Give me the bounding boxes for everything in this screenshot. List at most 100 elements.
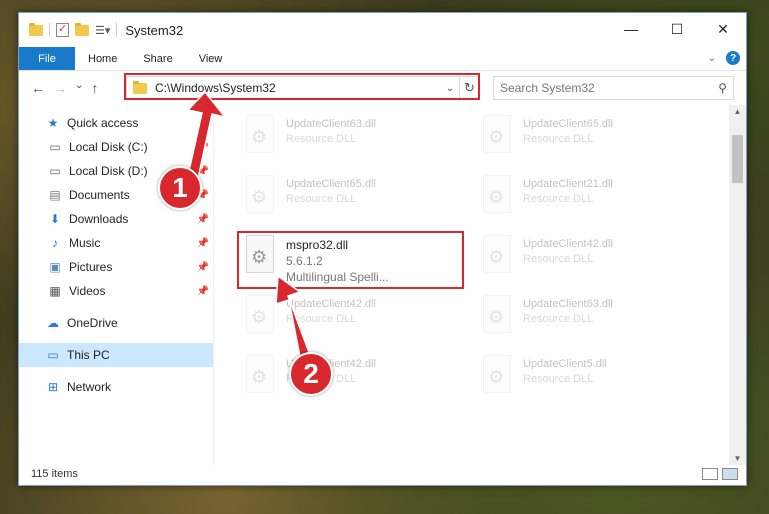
pin-icon[interactable]: 📌 bbox=[197, 262, 209, 273]
minimize-button[interactable]: — bbox=[608, 13, 654, 45]
new-folder-icon[interactable] bbox=[75, 22, 89, 36]
file-item[interactable]: ⚙ UpdateClient63.dll Resource DLL bbox=[479, 293, 703, 345]
scroll-up-icon[interactable]: ▲ bbox=[729, 107, 746, 116]
up-arrow-icon[interactable]: ↑ bbox=[91, 80, 98, 96]
file-type: Resource DLL bbox=[523, 133, 594, 145]
dll-file-icon: ⚙ bbox=[479, 173, 515, 217]
pin-icon[interactable]: 📌 bbox=[197, 286, 209, 297]
folder-icon bbox=[29, 22, 43, 36]
sidebar-item-label: Videos bbox=[69, 284, 106, 298]
sidebar-item-label: Downloads bbox=[69, 212, 129, 226]
sidebar-item-label: Local Disk (D:) bbox=[69, 164, 148, 178]
dll-file-icon: ⚙ bbox=[242, 173, 278, 217]
divider bbox=[116, 23, 118, 37]
window-controls: — ☐ ✕ bbox=[608, 13, 746, 45]
star-icon: ★ bbox=[47, 116, 59, 130]
sidebar-item-label: Music bbox=[69, 236, 101, 250]
status-bar: 115 items bbox=[19, 463, 746, 485]
expand-ribbon-icon[interactable]: ⌄ bbox=[708, 53, 716, 64]
file-name: UpdateClient65.dll bbox=[523, 118, 613, 130]
file-type: Resource DLL bbox=[286, 193, 357, 205]
file-type: Resource DLL bbox=[286, 133, 357, 145]
network-icon: ⊞ bbox=[47, 380, 59, 394]
scroll-down-icon[interactable]: ▼ bbox=[729, 454, 746, 463]
sidebar-item-onedrive[interactable]: ☁ OneDrive bbox=[19, 311, 213, 335]
file-item[interactable]: ⚙ UpdateClient65.dll Resource DLL bbox=[242, 173, 466, 225]
computer-icon: ▭ bbox=[47, 348, 59, 362]
file-item[interactable]: ⚙ UpdateClient42.dllResource DLL bbox=[479, 233, 703, 285]
forward-arrow-icon[interactable]: → bbox=[53, 80, 67, 96]
ribbon-tabs: File Home Share View ⌄ ? bbox=[19, 47, 746, 71]
drive-icon: ▭ bbox=[49, 140, 61, 154]
file-name: UpdateClient65.dll bbox=[286, 178, 376, 190]
tab-file[interactable]: File bbox=[19, 47, 75, 70]
file-item[interactable]: ⚙ UpdateClient42.dllResource DLL bbox=[242, 293, 466, 345]
sidebar-item-local-disk-c[interactable]: ▭ Local Disk (C:) 📌 bbox=[19, 135, 213, 159]
back-arrow-icon[interactable]: ← bbox=[31, 80, 45, 96]
ribbon-right: ⌄ ? bbox=[708, 51, 740, 65]
step-1-badge: 1 bbox=[158, 166, 202, 210]
dll-file-icon: ⚙ bbox=[479, 353, 515, 397]
sidebar-item-label: Local Disk (C:) bbox=[69, 140, 148, 154]
sidebar-item-label: Documents bbox=[69, 188, 130, 202]
search-input[interactable] bbox=[500, 81, 700, 95]
sidebar-item-network[interactable]: ⊞ Network bbox=[19, 375, 213, 399]
file-item[interactable]: ⚙ UpdateClient21.dll Resource DLL bbox=[479, 173, 703, 225]
maximize-button[interactable]: ☐ bbox=[654, 13, 700, 45]
view-toggle bbox=[702, 468, 738, 480]
dll-file-icon: ⚙ bbox=[479, 113, 515, 157]
sidebar-item-videos[interactable]: ▦ Videos 📌 bbox=[19, 279, 213, 303]
close-button[interactable]: ✕ bbox=[700, 13, 746, 45]
file-type: Resource DLL bbox=[523, 193, 594, 205]
pin-icon[interactable]: 📌 bbox=[197, 238, 209, 249]
sidebar-item-downloads[interactable]: ⬇ Downloads 📌 bbox=[19, 207, 213, 231]
file-item[interactable]: ⚙ UpdateClient42.dllResource DLL bbox=[242, 353, 466, 405]
pin-icon[interactable]: 📌 bbox=[197, 166, 209, 177]
properties-icon[interactable] bbox=[56, 22, 69, 37]
sidebar-item-pictures[interactable]: ▣ Pictures 📌 bbox=[19, 255, 213, 279]
file-item[interactable]: ⚙ UpdateClient65.dll Resource DLL bbox=[479, 113, 703, 165]
search-icon[interactable]: ⚲ bbox=[718, 81, 727, 95]
quick-access-toolbar: ☰▾ bbox=[19, 22, 118, 37]
download-icon: ⬇ bbox=[49, 212, 61, 226]
music-icon: ♪ bbox=[52, 236, 58, 250]
customize-toolbar-icon[interactable]: ☰▾ bbox=[95, 24, 110, 37]
file-type: Resource DLL bbox=[523, 253, 594, 265]
sidebar-item-label: Pictures bbox=[69, 260, 113, 274]
videos-icon: ▦ bbox=[49, 284, 61, 298]
file-name: UpdateClient5.dll bbox=[523, 358, 607, 370]
scroll-thumb[interactable] bbox=[732, 135, 743, 183]
help-icon[interactable]: ? bbox=[726, 51, 740, 65]
file-type: Resource DLL bbox=[523, 313, 594, 325]
window-title: System32 bbox=[125, 22, 184, 38]
file-name: UpdateClient21.dll bbox=[523, 178, 613, 190]
tab-view[interactable]: View bbox=[186, 47, 236, 70]
file-name: UpdateClient42.dll bbox=[286, 298, 376, 310]
pictures-icon: ▣ bbox=[49, 260, 61, 274]
pin-icon[interactable]: 📌 bbox=[197, 214, 209, 225]
sidebar-item-quick-access[interactable]: ★ Quick access bbox=[19, 111, 213, 135]
dll-file-icon: ⚙ bbox=[242, 353, 278, 397]
recent-locations-icon[interactable]: ⌄ bbox=[75, 80, 83, 96]
tab-share[interactable]: Share bbox=[130, 47, 185, 70]
title-bar: ☰▾ System32 — ☐ ✕ bbox=[19, 13, 746, 47]
sidebar-item-label: Quick access bbox=[67, 116, 139, 130]
large-icons-view-icon[interactable] bbox=[722, 468, 738, 480]
sidebar-item-this-pc[interactable]: ▭ This PC bbox=[19, 343, 213, 367]
pin-icon[interactable]: 📌 bbox=[197, 142, 209, 153]
item-count: 115 items bbox=[31, 468, 78, 480]
navigation-pane: ★ Quick access ▭ Local Disk (C:) 📌 ▭ Loc… bbox=[19, 105, 214, 465]
cloud-icon: ☁ bbox=[47, 316, 59, 330]
file-item[interactable]: ⚙ UpdateClient63.dll Resource DLL bbox=[242, 113, 466, 165]
search-box[interactable]: ⚲ bbox=[493, 76, 734, 100]
dll-file-icon: ⚙ bbox=[242, 113, 278, 157]
divider bbox=[49, 23, 50, 37]
vertical-scrollbar[interactable]: ▲ ▼ bbox=[729, 105, 746, 465]
tab-home[interactable]: Home bbox=[75, 47, 130, 70]
sidebar-item-music[interactable]: ♪ Music 📌 bbox=[19, 231, 213, 255]
file-type: Resource DLL bbox=[523, 373, 594, 385]
details-view-icon[interactable] bbox=[702, 468, 718, 480]
file-name: UpdateClient63.dll bbox=[286, 118, 376, 130]
file-item[interactable]: ⚙ UpdateClient5.dll Resource DLL bbox=[479, 353, 703, 405]
file-highlight-box bbox=[237, 231, 464, 289]
